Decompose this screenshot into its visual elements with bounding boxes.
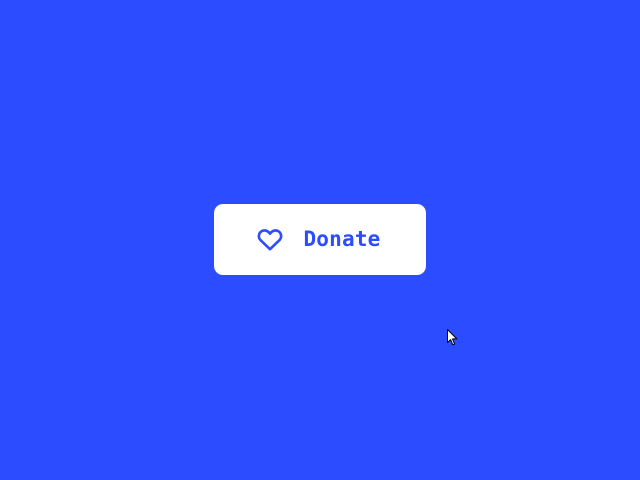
donate-button[interactable]: Donate [214,204,426,275]
heart-icon-path [258,229,283,251]
heart-icon [257,228,283,252]
mouse-pointer-icon-path [447,329,458,346]
page-background: Donate [0,0,640,480]
donate-button-label: Donate [303,227,381,251]
mouse-pointer-icon [447,329,459,347]
